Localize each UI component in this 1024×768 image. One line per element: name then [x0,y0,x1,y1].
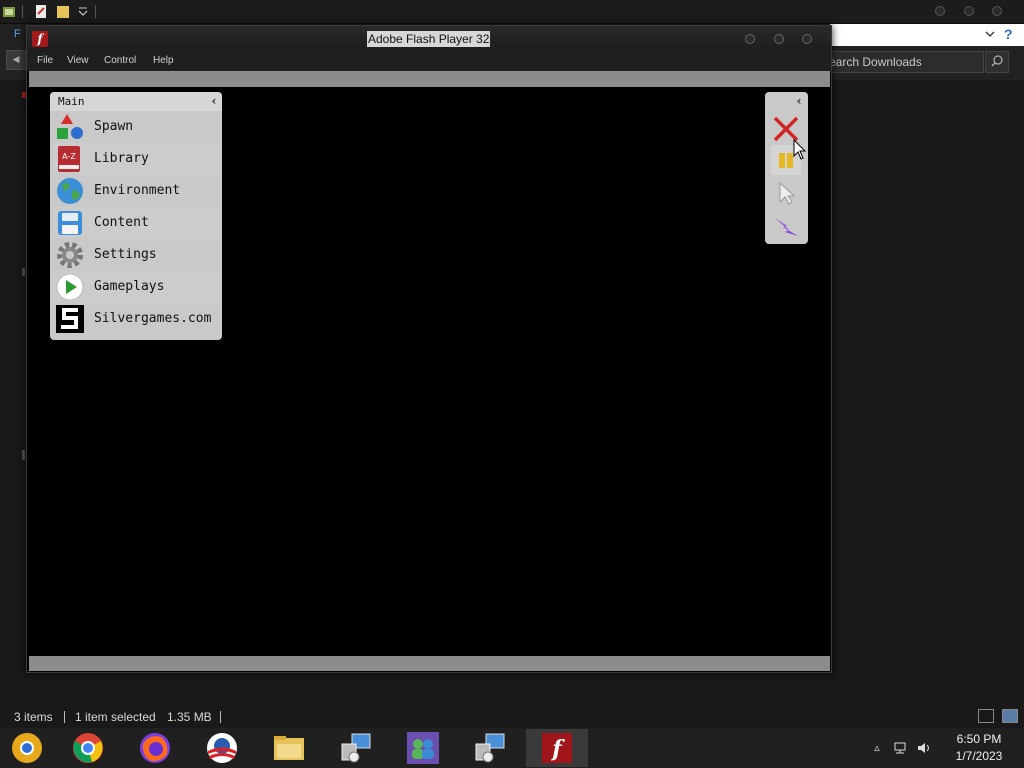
mouse-cursor-icon [793,139,807,160]
chrome-icon [73,733,103,763]
ribbon-expand-chevron-icon[interactable] [984,28,996,40]
chevron-down-icon[interactable] [76,4,90,19]
taskbar-messenger[interactable] [392,729,454,767]
explorer-status-bar: 3 items 1 item selected 1.35 MB [0,706,1024,728]
nav-pane-marker [22,450,25,460]
menu-item-library[interactable]: A-Z Library [52,143,220,174]
status-separator [220,711,221,723]
volume-icon[interactable] [917,741,931,755]
menu-file[interactable]: File [37,55,53,66]
menu-item-content[interactable]: Content [52,207,220,238]
menu-item-environment[interactable]: Environment [52,175,220,206]
main-menu-panel: Main ‹ Spawn A-Z Library Environment Con… [50,92,222,340]
a-z-book-label: A-Z [62,152,76,161]
clock-date[interactable]: 1/7/2023 [948,749,1010,763]
menu-view[interactable]: View [67,55,89,66]
taskbar-flash-player[interactable]: f [526,729,588,767]
new-document-icon[interactable] [34,4,48,19]
menu-help[interactable]: Help [153,55,174,66]
network-icon[interactable] [894,741,908,755]
gear-icon [57,242,83,268]
taskbar-chrome-canary[interactable] [0,729,58,767]
a-z-book-icon: A-Z [58,146,80,172]
floppy-disk-icon [58,211,82,235]
network-computer-icon [341,733,371,763]
game-top-border [29,71,830,87]
messenger-icon [407,732,439,764]
taskbar: f ▵ 6:50 PM 1/7/2023 [0,728,1024,768]
taskbar-file-explorer[interactable] [258,729,320,767]
flash-player-window: f Adobe Flash Player 32 File View Contro… [26,25,832,673]
menu-item-spawn[interactable]: Spawn [52,111,220,142]
tool-panel: ‹ [765,92,808,244]
help-icon[interactable]: ? [1004,26,1020,42]
toolbar-separator [95,5,96,18]
search-icon [991,55,1003,67]
flash-titlebar[interactable]: f Adobe Flash Player 32 [27,26,831,52]
menu-item-silvergames[interactable]: Silvergames.com [52,303,220,334]
menu-control[interactable]: Control [104,55,136,66]
selected-count: 1 item selected [75,710,156,724]
details-view-icon[interactable] [978,709,994,723]
taskbar-network-app-2[interactable] [459,729,521,767]
flash-app-icon: f [32,31,48,47]
tray-overflow-chevron-icon[interactable]: ▵ [870,741,884,755]
desktop: F ◀ ? Search Downloads f Adobe Flash Pla… [0,0,1024,768]
item-count: 3 items [14,710,53,724]
new-folder-icon[interactable] [56,4,70,19]
properties-icon[interactable] [2,4,16,19]
play-icon [56,273,84,301]
status-separator [64,711,65,723]
back-arrow-icon[interactable]: ◀ [6,50,26,70]
taskbar-chrome[interactable] [57,729,119,767]
main-panel-header: Main ‹ [50,92,222,111]
maximize-button[interactable] [774,34,784,44]
collapse-chevron-icon[interactable]: ‹ [207,93,221,109]
taskbar-firefox[interactable] [124,729,186,767]
explorer-close-button[interactable] [992,6,1002,16]
minimize-button[interactable] [745,34,755,44]
globe-icon [57,178,83,204]
taskbar-network-app[interactable] [325,729,387,767]
large-icons-view-icon[interactable] [1002,709,1018,723]
taskbar-obama-app[interactable] [191,729,253,767]
menu-item-label: Library [94,151,149,166]
menu-item-settings[interactable]: Settings [52,239,220,270]
menu-item-label: Silvergames.com [94,311,212,326]
obama-logo-icon [207,733,237,763]
menu-item-label: Gameplays [94,279,165,294]
network-computer-icon [475,733,505,763]
window-title: Adobe Flash Player 32 [367,31,491,47]
search-button[interactable] [985,51,1009,73]
explorer-maximize-button[interactable] [964,6,974,16]
menu-item-label: Environment [94,183,181,198]
silvergames-logo-icon [56,305,84,333]
selected-size: 1.35 MB [167,710,212,724]
folder-icon [274,736,304,760]
explorer-minimize-button[interactable] [935,6,945,16]
search-input[interactable]: Search Downloads [830,51,984,73]
close-button[interactable] [802,34,812,44]
game-bottom-border [29,656,830,671]
menu-item-label: Settings [94,247,157,262]
menu-item-gameplays[interactable]: Gameplays [52,271,220,302]
chrome-canary-icon [12,733,42,763]
firefox-icon [140,733,170,763]
main-panel-items: Spawn A-Z Library Environment Content Se… [50,111,222,340]
main-panel-title: Main [58,95,85,108]
shapes-icon [57,114,83,139]
menu-item-label: Spawn [94,119,134,134]
lightning-icon[interactable] [771,210,801,240]
menu-item-label: Content [94,215,149,230]
pointer-icon[interactable] [771,178,801,208]
nav-pane-marker [22,268,25,276]
explorer-quick-access-toolbar [0,0,1024,24]
clock-time[interactable]: 6:50 PM [948,732,1010,746]
toolbar-separator [22,5,23,18]
menu-bar: File View Control Help [27,52,831,71]
collapse-chevron-icon[interactable]: ‹ [792,93,806,109]
flash-player-icon: f [542,733,572,763]
